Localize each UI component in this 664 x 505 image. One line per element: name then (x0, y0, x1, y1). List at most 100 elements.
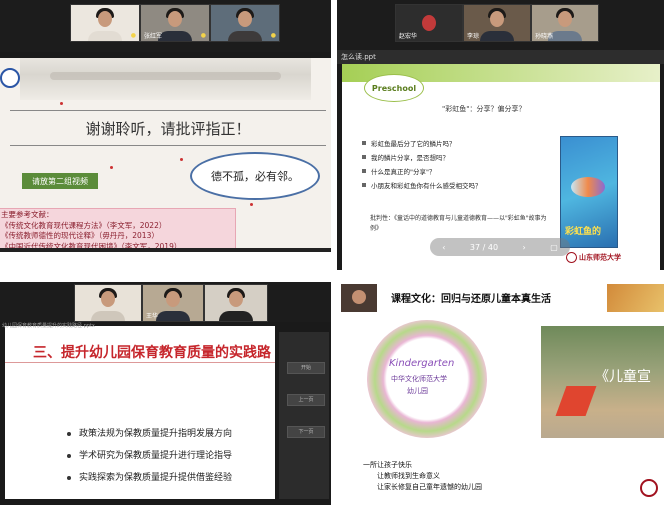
participant-name: 赵宏华 (399, 33, 418, 40)
avatar (352, 290, 366, 304)
participant-thumbnail[interactable]: 李琼 (463, 4, 531, 42)
decor-dot (250, 203, 253, 206)
teacher-note: 批判性：《童话中的道德教育与儿童道德教育——以"彩虹鱼"故事为例》 (370, 215, 547, 232)
motto-line: 让教师找到生命意义 (377, 472, 440, 480)
list-item: 小朋友和彩虹鱼你有什么感受相交吗？ (362, 178, 582, 192)
wreath-text: 幼儿园 (407, 387, 428, 395)
wreath-text: 中华文化师范大学 (391, 375, 447, 383)
question-text: 什么是真正的"分享"？ (371, 168, 436, 176)
participant-name: 王华 (146, 313, 159, 320)
bullet-icon (67, 431, 71, 436)
list-item: 我的鳞片分享，是否想吗？ (362, 150, 582, 164)
list-item: 学术研究为保教质量提升进行理论指导 (67, 448, 232, 470)
participant-thumbnail[interactable]: 王华 (142, 284, 204, 322)
motto-line: 一所让孩子快乐 (363, 461, 412, 469)
start-button[interactable]: 开始 (287, 362, 325, 374)
ink-painting-banner (20, 58, 311, 100)
mic-icon: ● (200, 32, 206, 39)
prev-page-button[interactable]: 上一页 (287, 394, 325, 406)
question-text: 我的鳞片分享，是否想吗？ (371, 154, 449, 162)
list-item: 实践探索为保教质量提升提供借鉴经验 (67, 470, 232, 492)
participant-strip: 赵宏华 李琼 孙晓燕 (337, 0, 664, 50)
slide-thanks-title: 谢谢聆听，请批评指正！ (10, 110, 326, 146)
slide-heading: 三、提升幼儿园保育教育质量的实践路 (33, 345, 271, 361)
university-mark: 山东师范大学 (566, 252, 621, 263)
participant-thumbnail[interactable]: ● (70, 4, 140, 42)
divider (5, 362, 275, 363)
shared-slide: 谢谢聆听，请批评指正！ 德不孤，必有邻。 请放第二组视频 主要参考文献： 《传统… (0, 58, 331, 252)
decor-dot (60, 102, 63, 105)
decor-dot (110, 166, 113, 169)
motto-line: 让家长修复自己童年遗憾的幼儿园 (377, 483, 482, 491)
question-text: 小朋友和彩虹鱼你有什么感受相交吗？ (371, 182, 482, 190)
children-photo (607, 284, 664, 312)
participant-name: 李琼 (467, 33, 480, 40)
list-item: 政策法规为保教质量提升指明发展方向 (67, 426, 232, 448)
slide-counter: 37 / 40 (469, 242, 499, 252)
next-slide-button[interactable]: › (523, 243, 526, 252)
bullet-icon (67, 475, 71, 480)
wreath-text: Kindergarten (389, 358, 455, 369)
university-name: 山东师范大学 (579, 253, 621, 262)
presenter-sidebar: 开始 上一页 下一页 (279, 332, 329, 502)
bullet-list: 政策法规为保教质量提升指明发展方向 学术研究为保教质量提升进行理论指导 实践探索… (67, 426, 232, 492)
quote-cloud: 德不孤，必有邻。 (190, 152, 320, 200)
participant-thumbnail[interactable]: ● (210, 4, 280, 42)
participant-strip: 王华 (0, 282, 331, 322)
play-video-button[interactable]: 请放第二组视频 (22, 173, 98, 189)
bottom-bar (0, 248, 331, 252)
participant-thumbnail[interactable]: 赵宏华 (395, 4, 463, 42)
slide-structure (555, 386, 597, 416)
university-logo-icon (0, 68, 20, 88)
participant-thumbnail[interactable]: 张红军 ● (140, 4, 210, 42)
list-item: 彩虹鱼最后分了它的鳞片吗？ (362, 136, 582, 150)
rainbow-fish-icon (571, 177, 605, 197)
bullet-icon (362, 183, 366, 187)
references-box: 主要参考文献： 《传统文化教育现代课程方法》（李文军，2022） 《传统教师德性… (0, 208, 236, 252)
file-title: 幼儿园保育教育质量提升的实践路径.pptx (2, 323, 95, 329)
decor-dot (180, 158, 183, 161)
participant-name: 张红军 (144, 33, 163, 40)
question-text: 彩虹鱼最后分了它的鳞片吗？ (371, 140, 456, 148)
university-seal-icon (640, 479, 658, 497)
references-heading: 主要参考文献： (1, 210, 54, 219)
seal-icon (566, 252, 577, 263)
participant-strip: ● 张红军 ● ● (0, 0, 331, 52)
participant-thumbnail[interactable] (204, 284, 268, 322)
video-panel-bottom-left: 王华 三、提升幼儿园保育教育质量的实践路 政策法规为保教质量提升指明发展方向 学… (0, 282, 331, 505)
kindergarten-wreath-logo: Kindergarten 中华文化师范大学 幼儿园 (367, 320, 487, 438)
preschool-logo: Preschool (364, 74, 424, 102)
participant-thumbnail[interactable]: 孙晓燕 (531, 4, 599, 42)
prev-slide-button[interactable]: ‹ (442, 243, 445, 252)
mic-icon: ● (130, 32, 136, 39)
motto-lines: 一所让孩子快乐 让教师找到生命意义 让家长修复自己童年遗憾的幼儿园 (363, 460, 482, 493)
slide-controls: ‹ 37 / 40 › ▢ (430, 238, 570, 256)
reference-item: 《传统教师德性的现代诠释》（毋丹丹，2013） (1, 231, 159, 240)
participant-thumbnail[interactable] (341, 284, 377, 312)
next-page-button[interactable]: 下一页 (287, 426, 325, 438)
video-panel-top-right: 赵宏华 李琼 孙晓燕 怎么读.ppt Preschool "彩虹鱼"：分享？偏分… (337, 0, 664, 270)
bullet-icon (362, 155, 366, 159)
participant-name: 孙晓燕 (535, 33, 554, 40)
video-panel-top-left: ● 张红军 ● ● 谢谢聆听，请批评指正！ 德不孤，必有邻。 请放第二组视频 主… (0, 0, 331, 252)
slide-heading: 课程文化：回归与还原儿童本真生活 (391, 294, 551, 305)
fullscreen-button[interactable]: ▢ (550, 243, 558, 252)
book-title: 彩虹鱼的 (565, 227, 602, 237)
book-cover-image: 彩虹鱼的 (560, 136, 618, 248)
video-panel-bottom-right: 课程文化：回归与还原儿童本真生活 Kindergarten 中华文化师范大学 幼… (337, 282, 664, 505)
reference-item: 《传统文化教育现代课程方法》（李文军，2022） (1, 220, 167, 230)
bottom-bar (0, 499, 331, 505)
slide-title: "彩虹鱼"：分享？偏分享？ (442, 105, 526, 113)
list-item: 什么是真正的"分享"？ (362, 164, 582, 178)
bullet-icon (362, 169, 366, 173)
photo-caption: 《儿童宣 (595, 369, 651, 385)
shared-slide: Preschool "彩虹鱼"：分享？偏分享？ 彩虹鱼最后分了它的鳞片吗？ 我的… (342, 64, 660, 270)
participant-thumbnail[interactable] (74, 284, 142, 322)
shared-slide: 三、提升幼儿园保育教育质量的实践路 政策法规为保教质量提升指明发展方向 学术研究… (5, 326, 275, 505)
playground-photo: 《儿童宣 (541, 326, 664, 438)
window-title: 怎么读.ppt (337, 50, 664, 64)
bullet-icon (67, 453, 71, 458)
mic-icon: ● (270, 32, 276, 39)
bullet-text: 学术研究为保教质量提升进行理论指导 (79, 451, 233, 461)
bullet-icon (362, 141, 366, 145)
